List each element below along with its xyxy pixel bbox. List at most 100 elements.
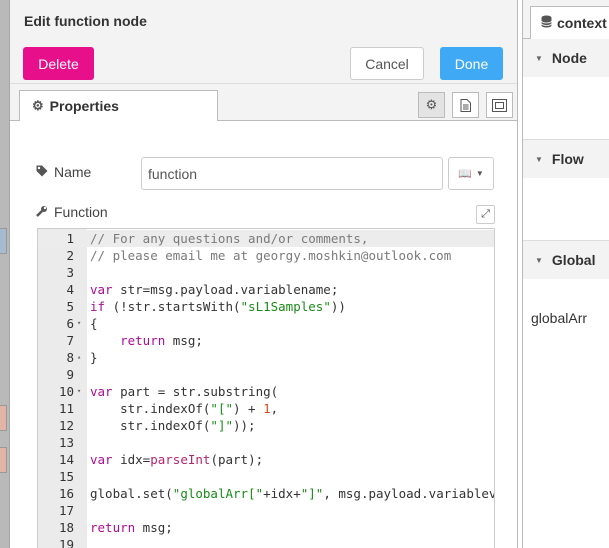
section-global-label: Global xyxy=(551,252,596,268)
code-line[interactable]: 12 str.indexOf("]")); xyxy=(38,417,494,434)
settings-tab-button[interactable]: ⚙ xyxy=(418,92,445,118)
section-node-header[interactable]: ▼ Node xyxy=(523,39,609,78)
code-line[interactable]: 17 xyxy=(38,502,494,519)
tray-title: Edit function node xyxy=(24,13,147,29)
code-text: global.set("globalArr["+idx+"]", msg.pay… xyxy=(90,486,494,501)
sidebar-tabbar: context xyxy=(523,0,609,39)
code-editor[interactable]: 1 // For any questions and/or comments, 2 /… xyxy=(37,228,495,548)
caret-down-icon: ▼ xyxy=(535,154,543,164)
code-line[interactable]: 4 var str=msg.payload.variablename; xyxy=(38,281,494,298)
name-input[interactable] xyxy=(141,157,443,190)
section-flow-header[interactable]: ▼ Flow xyxy=(523,140,609,179)
delete-button[interactable]: Delete xyxy=(23,47,94,80)
fold-toggle-icon[interactable]: ▾ xyxy=(77,315,86,332)
line-number: 15 xyxy=(58,469,74,484)
code-line[interactable]: 16 global.set("globalArr["+idx+"]", msg.p… xyxy=(38,485,494,502)
code-line[interactable]: 19 xyxy=(38,536,494,548)
function-label: Function xyxy=(36,204,108,220)
code-line[interactable]: 6 ▾ { xyxy=(38,315,494,332)
line-number: 10 xyxy=(58,384,74,399)
caret-down-icon: ▼ xyxy=(535,53,543,63)
code-text: str.indexOf("[") + 1, xyxy=(90,401,279,416)
gear-icon: ⚙ xyxy=(425,97,438,112)
line-number: 1 xyxy=(66,231,74,246)
line-number: 7 xyxy=(66,333,74,348)
function-label-text: Function xyxy=(54,204,108,220)
code-text: // For any questions and/or comments, xyxy=(90,231,369,246)
code-text: if (!str.startsWith("sL1Samples")) xyxy=(90,299,346,314)
book-icon: 📖 xyxy=(458,168,472,180)
tray-header: Edit function node Delete Cancel Done xyxy=(10,0,517,84)
tab-context-label: context xyxy=(557,15,607,31)
caret-down-icon: ▼ xyxy=(475,169,484,178)
line-number: 16 xyxy=(58,486,74,501)
canvas-node[interactable] xyxy=(0,447,7,473)
gear-icon: ⚙ xyxy=(32,98,44,113)
line-number: 17 xyxy=(58,503,74,518)
line-number: 9 xyxy=(66,367,74,382)
document-icon xyxy=(460,98,471,112)
tab-context[interactable]: context xyxy=(530,6,609,39)
code-line[interactable]: 8 ▴} xyxy=(38,349,494,366)
tab-properties[interactable]: ⚙ Properties xyxy=(19,90,218,121)
expand-editor-button[interactable]: ⤢ xyxy=(476,205,495,224)
section-global-header[interactable]: ▼ Global xyxy=(523,241,609,280)
line-number: 19 xyxy=(58,537,74,548)
context-item-globalarr[interactable]: globalArr xyxy=(531,310,587,326)
context-sidebar: context ▼ Node ▼ Flow ▼ Global globalArr xyxy=(522,0,609,548)
database-icon xyxy=(541,15,552,31)
code-text: return msg; xyxy=(90,520,173,535)
tray-tabbar: ⚙ Properties ⚙ xyxy=(10,84,517,121)
frame-icon xyxy=(492,98,507,112)
section-node-body xyxy=(523,77,609,140)
done-button[interactable]: Done xyxy=(440,47,503,80)
wrench-icon xyxy=(36,205,48,220)
code-line[interactable]: 3 xyxy=(38,264,494,281)
code-line[interactable]: 18 return msg; xyxy=(38,519,494,536)
line-number: 4 xyxy=(66,282,74,297)
section-flow-body xyxy=(523,178,609,241)
tab-properties-label: Properties xyxy=(49,98,119,114)
code-text: str.indexOf("]")); xyxy=(90,418,256,433)
canvas-node[interactable] xyxy=(0,405,7,431)
tag-icon xyxy=(36,165,48,180)
line-number: 11 xyxy=(58,401,74,416)
name-label: Name xyxy=(36,164,91,180)
code-text: } xyxy=(90,350,98,365)
fold-toggle-icon[interactable]: ▾ xyxy=(77,383,86,400)
name-label-text: Name xyxy=(54,164,92,180)
code-line[interactable]: 5 if (!str.startsWith("sL1Samples")) xyxy=(38,298,494,315)
appearance-tab-button[interactable] xyxy=(486,92,513,118)
library-button[interactable]: 📖 ▼ xyxy=(448,157,494,190)
line-number: 8 xyxy=(66,350,74,365)
line-number: 18 xyxy=(58,520,74,535)
description-tab-button[interactable] xyxy=(452,92,479,118)
caret-down-icon: ▼ xyxy=(535,255,543,265)
section-node-label: Node xyxy=(551,50,587,66)
code-text: { xyxy=(90,316,98,331)
code-line[interactable]: 13 xyxy=(38,434,494,451)
fold-toggle-icon[interactable]: ▴ xyxy=(77,349,86,366)
code-text: // please email me at georgy.moshkin@out… xyxy=(90,248,452,263)
code-line[interactable]: 7 return msg; xyxy=(38,332,494,349)
code-text: var part = str.substring( xyxy=(90,384,279,399)
edit-tray: Edit function node Delete Cancel Done ⚙ … xyxy=(9,0,518,548)
line-number: 14 xyxy=(58,452,74,467)
code-line[interactable]: 10 ▾ var part = str.substring( xyxy=(38,383,494,400)
code-line[interactable]: 2 // please email me at georgy.moshkin@ou… xyxy=(38,247,494,264)
line-number: 13 xyxy=(58,435,74,450)
code-text: var idx=parseInt(part); xyxy=(90,452,264,467)
code-text: var str=msg.payload.variablename; xyxy=(90,282,339,297)
code-line[interactable]: 15 xyxy=(38,468,494,485)
code-line[interactable]: 9 xyxy=(38,366,494,383)
canvas-node[interactable] xyxy=(0,228,7,254)
cancel-button[interactable]: Cancel xyxy=(350,47,424,80)
line-number: 2 xyxy=(66,248,74,263)
code-line[interactable]: 1 // For any questions and/or comments, xyxy=(38,230,494,247)
code-line[interactable]: 14 var idx=parseInt(part); xyxy=(38,451,494,468)
expand-icon: ⤢ xyxy=(481,208,490,220)
line-number: 6 xyxy=(66,316,74,331)
line-number: 3 xyxy=(66,265,74,280)
line-number: 12 xyxy=(58,418,74,433)
code-line[interactable]: 11 str.indexOf("[") + 1, xyxy=(38,400,494,417)
